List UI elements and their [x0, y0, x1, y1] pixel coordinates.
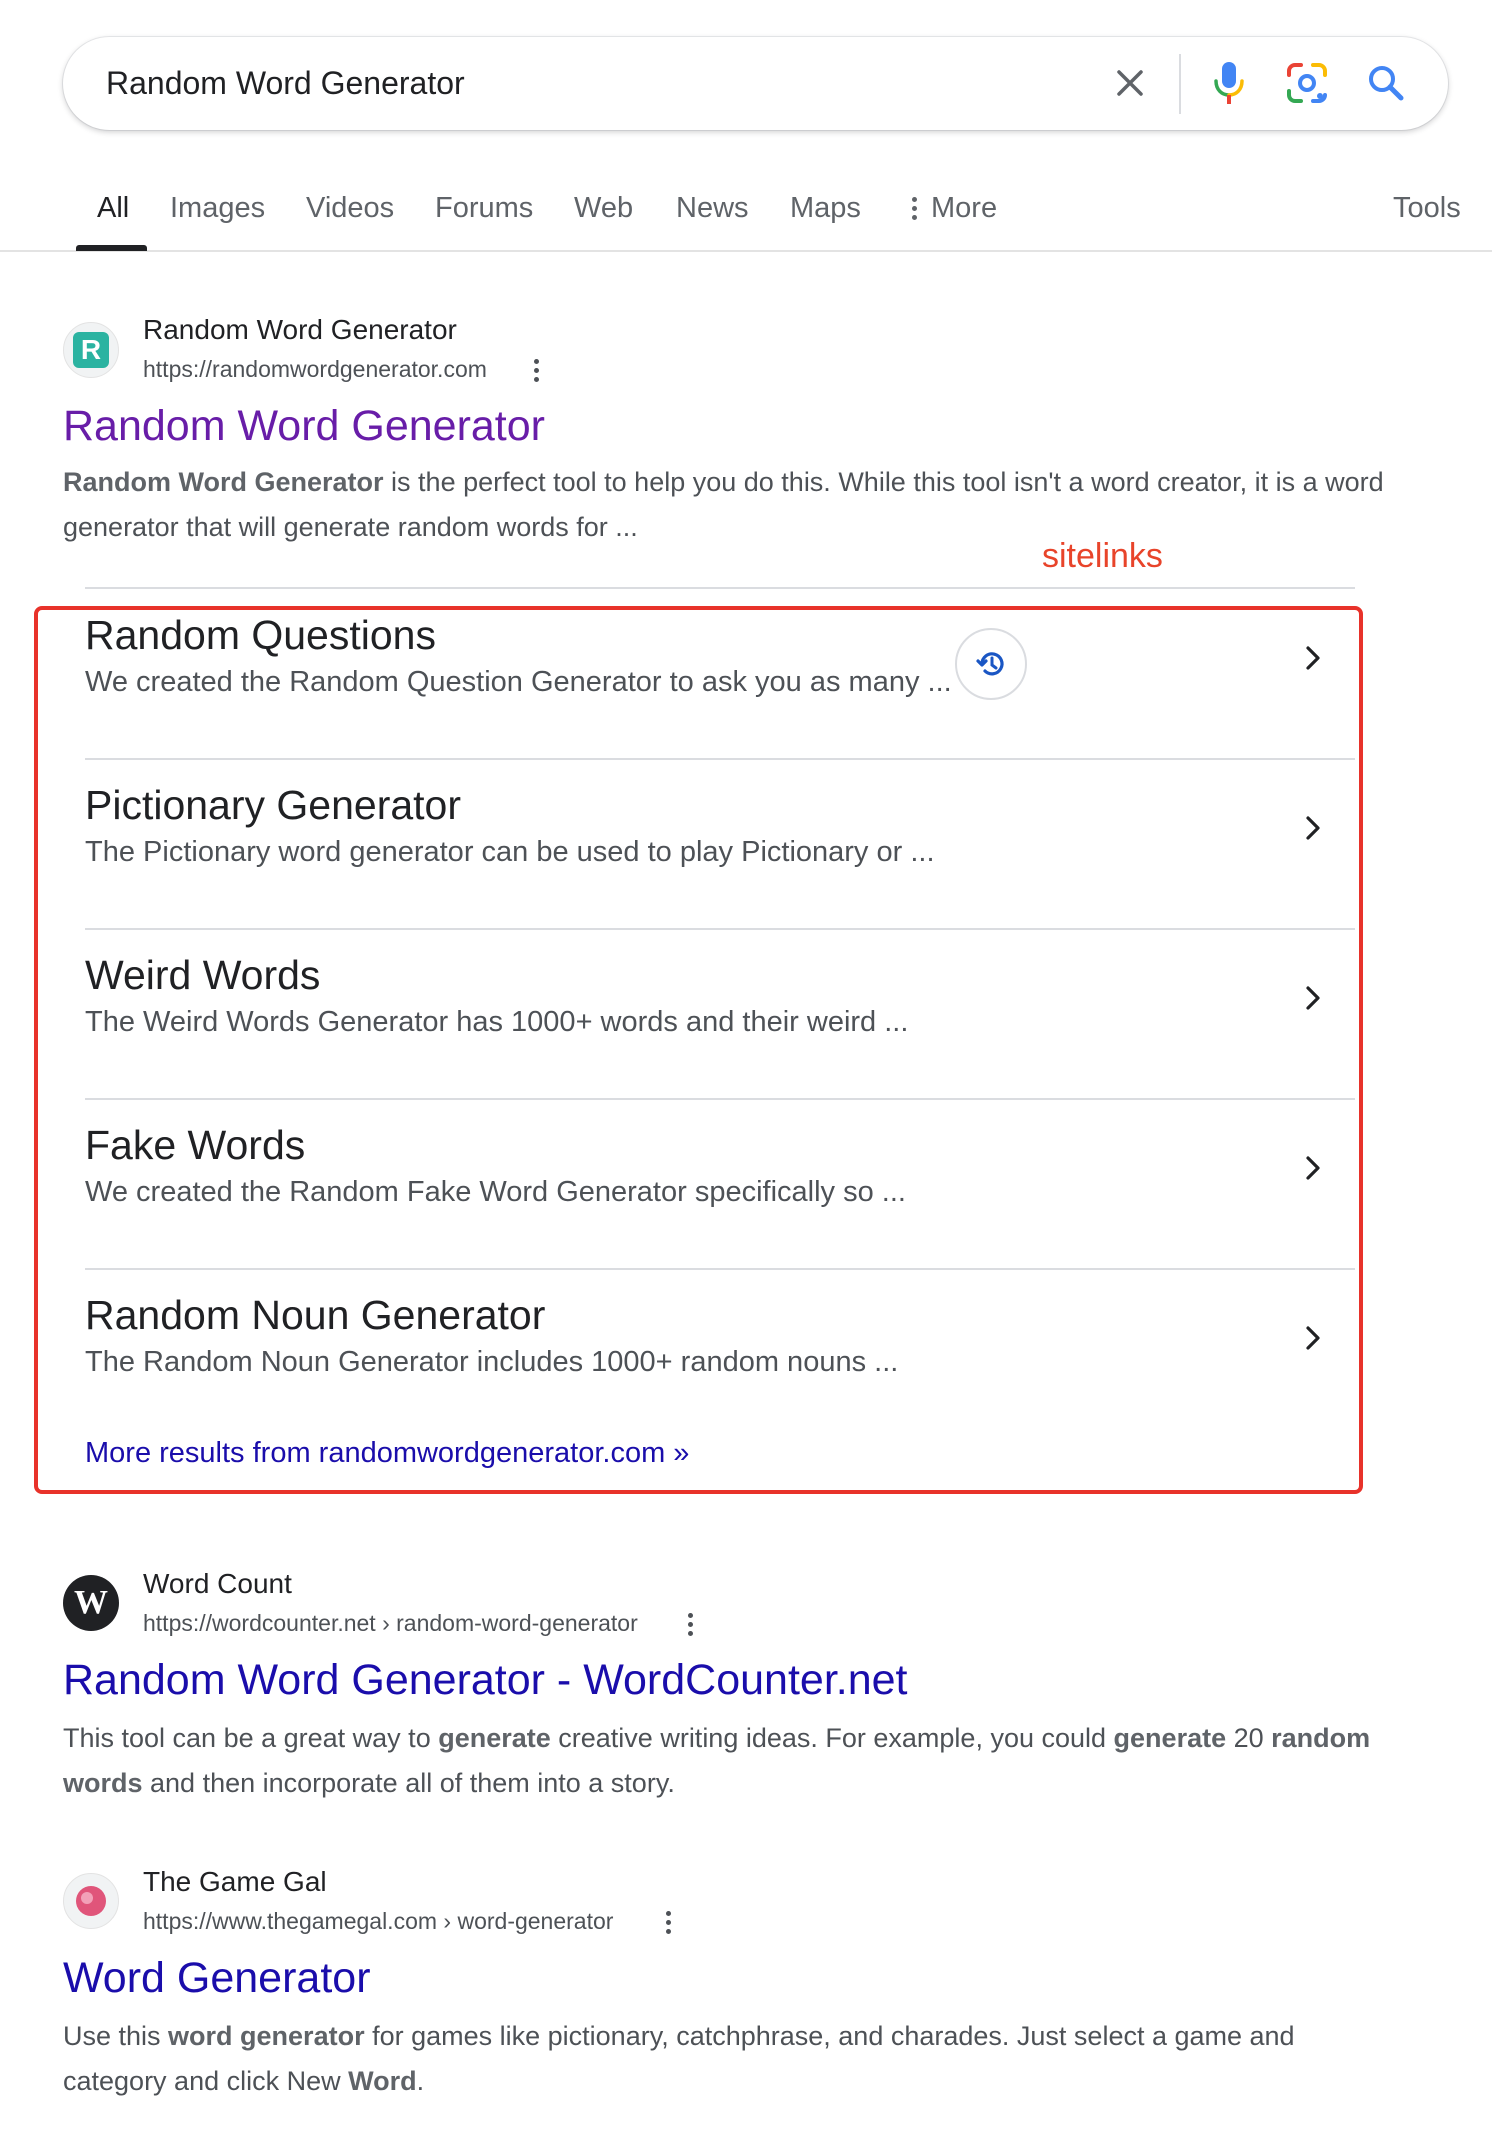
sitelink-title: Random Noun Generator	[85, 1292, 546, 1338]
sitelinks-top-divider	[85, 587, 1355, 589]
tools-button[interactable]: Tools	[1393, 192, 1461, 225]
search-bar-divider	[1179, 54, 1181, 114]
snippet-bold: Word	[348, 2066, 417, 2096]
tab-all[interactable]: All	[97, 192, 129, 225]
annotation-label: sitelinks	[1042, 537, 1163, 575]
result-title-link[interactable]: Word Generator	[63, 1954, 371, 2003]
snippet-text: creative writing ideas. For example, you…	[550, 1723, 1114, 1753]
chevron-right-icon	[1293, 808, 1333, 848]
search-tabs: All Images Videos Forums Web News Maps M…	[0, 170, 1492, 252]
chevron-right-icon	[1293, 978, 1333, 1018]
tab-web[interactable]: Web	[574, 192, 633, 225]
chevron-right-icon	[1293, 638, 1333, 678]
sitelink-title: Pictionary Generator	[85, 782, 462, 828]
favicon-randomwordgenerator: R	[63, 322, 119, 378]
result-site-name: The Game Gal	[143, 1866, 327, 1897]
sitelink-title: Fake Words	[85, 1122, 306, 1168]
sitelink-pictionary-generator[interactable]: Pictionary Generator The Pictionary word…	[85, 760, 1355, 930]
favicon-wordcounter: W	[63, 1575, 119, 1631]
history-icon[interactable]	[955, 628, 1027, 700]
result-title-link[interactable]: Random Word Generator - WordCounter.net	[63, 1656, 907, 1705]
tab-more-label: More	[931, 192, 998, 224]
snippet-bold: Random Word Generator	[63, 467, 384, 497]
search-bar	[63, 37, 1448, 130]
sitelink-description: The Pictionary word generator can be use…	[85, 836, 935, 868]
r-logo-icon: R	[73, 332, 109, 368]
snippet-text: This tool can be a great way to	[63, 1723, 439, 1753]
search-input[interactable]	[106, 61, 1006, 105]
tab-more[interactable]: More	[912, 192, 997, 225]
snippet-bold: generate	[1113, 1723, 1227, 1753]
game-gal-logo-icon	[76, 1886, 106, 1916]
result-snippet: Random Word Generator is the perfect too…	[63, 460, 1393, 550]
sitelink-title: Weird Words	[85, 952, 321, 998]
chevron-right-icon	[1293, 1318, 1333, 1358]
result-url[interactable]: https://wordcounter.net › random-word-ge…	[143, 1610, 638, 1637]
google-lens-icon[interactable]	[1283, 59, 1331, 107]
sitelink-description: We created the Random Fake Word Generato…	[85, 1176, 906, 1208]
tab-videos[interactable]: Videos	[306, 192, 394, 225]
sitelink-description: The Random Noun Generator includes 1000+…	[85, 1346, 899, 1378]
result-site-name: Word Count	[143, 1568, 292, 1599]
result-url[interactable]: https://randomwordgenerator.com	[143, 356, 487, 383]
sitelink-title: Random Questions	[85, 612, 436, 658]
result-snippet: Use this word generator for games like p…	[63, 2014, 1393, 2104]
close-icon[interactable]	[1106, 59, 1154, 107]
result-snippet: This tool can be a great way to generate…	[63, 1716, 1393, 1806]
chevron-right-icon	[1293, 1148, 1333, 1188]
tab-news[interactable]: News	[676, 192, 749, 225]
more-options-icon[interactable]	[678, 1606, 702, 1642]
tab-images[interactable]: Images	[170, 192, 265, 225]
favicon-thegamegal	[63, 1873, 119, 1929]
tab-forums[interactable]: Forums	[435, 192, 533, 225]
w-logo-icon: W	[74, 1584, 108, 1621]
snippet-bold: generate	[438, 1723, 551, 1753]
more-vert-icon	[912, 197, 917, 220]
active-tab-indicator	[76, 245, 147, 251]
result-url[interactable]: https://www.thegamegal.com › word-genera…	[143, 1908, 613, 1935]
more-options-icon[interactable]	[656, 1904, 680, 1940]
sitelink-description: The Weird Words Generator has 1000+ word…	[85, 1006, 909, 1038]
more-results-link[interactable]: More results from randomwordgenerator.co…	[85, 1437, 689, 1470]
tab-maps[interactable]: Maps	[790, 192, 861, 225]
sitelink-random-questions[interactable]: Random Questions We created the Random Q…	[85, 590, 1355, 760]
more-options-icon[interactable]	[524, 352, 548, 388]
sitelink-description: We created the Random Question Generator…	[85, 666, 952, 698]
snippet-bold: word generator	[168, 2021, 365, 2051]
sitelink-weird-words[interactable]: Weird Words The Weird Words Generator ha…	[85, 930, 1355, 1100]
microphone-icon[interactable]	[1205, 59, 1253, 107]
search-icon[interactable]	[1362, 59, 1410, 107]
sitelink-random-noun-generator[interactable]: Random Noun Generator The Random Noun Ge…	[85, 1270, 1355, 1420]
result-title-link[interactable]: Random Word Generator	[63, 402, 545, 451]
sitelink-fake-words[interactable]: Fake Words We created the Random Fake Wo…	[85, 1100, 1355, 1270]
snippet-text: .	[416, 2066, 425, 2096]
snippet-text: Use this	[63, 2021, 169, 2051]
result-site-name: Random Word Generator	[143, 314, 457, 345]
snippet-text: 20	[1226, 1723, 1272, 1753]
snippet-text: and then incorporate all of them into a …	[142, 1768, 675, 1798]
